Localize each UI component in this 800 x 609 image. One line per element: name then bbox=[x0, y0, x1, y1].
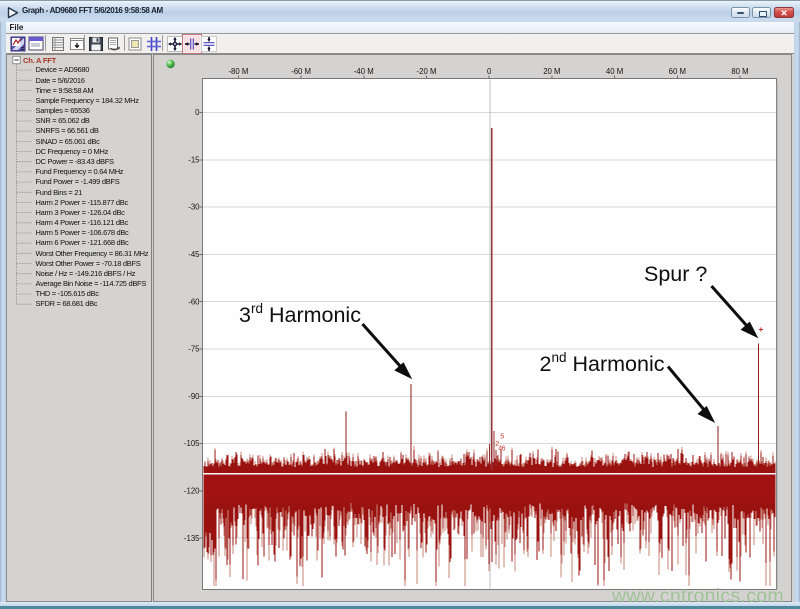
svg-text:-135: -135 bbox=[184, 534, 200, 543]
svg-text:6: 6 bbox=[502, 446, 506, 453]
svg-text:Spur ?: Spur ? bbox=[644, 262, 707, 286]
svg-text:5: 5 bbox=[500, 434, 504, 441]
svg-text:80 M: 80 M bbox=[731, 67, 748, 76]
svg-text:0: 0 bbox=[487, 67, 492, 76]
svg-text:-60 M: -60 M bbox=[291, 67, 311, 76]
svg-text:-15: -15 bbox=[188, 155, 200, 164]
svg-text:-75: -75 bbox=[188, 345, 200, 354]
svg-text:-60: -60 bbox=[188, 297, 200, 306]
svg-text:40 M: 40 M bbox=[606, 67, 623, 76]
svg-text:-45: -45 bbox=[188, 250, 200, 259]
svg-text:-120: -120 bbox=[184, 487, 200, 496]
svg-text:-105: -105 bbox=[184, 439, 200, 448]
svg-text:-20 M: -20 M bbox=[417, 67, 437, 76]
svg-text:-90: -90 bbox=[188, 392, 200, 401]
svg-text:-40 M: -40 M bbox=[354, 67, 374, 76]
svg-text:-80 M: -80 M bbox=[228, 67, 248, 76]
svg-text:60 M: 60 M bbox=[669, 67, 686, 76]
svg-text:0: 0 bbox=[195, 108, 200, 117]
svg-text:-30: -30 bbox=[188, 203, 200, 212]
svg-text:20 M: 20 M bbox=[543, 67, 560, 76]
